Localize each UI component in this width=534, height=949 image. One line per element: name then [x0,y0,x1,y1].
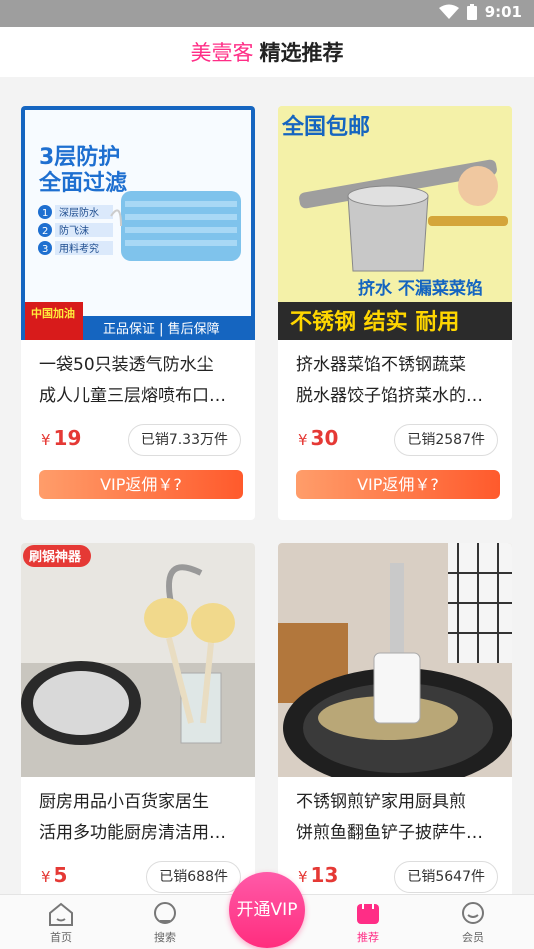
mask-headline: 3层防护 [39,145,120,170]
juicer-middle-text: 挤水 不漏菜菜馅 [358,278,483,299]
product-title[interactable]: 一袋50只装透气防水尘 成人儿童三层熔喷布口… [21,340,255,412]
price-row: ¥30 已销2587件 [278,424,512,456]
header: 美壹客 精选推荐 [0,27,534,77]
svg-text:防飞沫: 防飞沫 [59,224,89,237]
price: ¥13 [298,863,339,887]
tab-search[interactable]: 搜索 [135,901,195,945]
price: ¥19 [41,426,82,450]
sold-badge: 已销7.33万件 [127,424,241,456]
product-image[interactable]: 3层防护 全面过滤 1 深层防水 2 防飞沫 3 用料考究 中国加油 正品保证 … [21,106,255,340]
price-row: ¥5 已销688件 [21,861,255,893]
sold-badge: 已销5647件 [394,861,498,893]
mask-subheadline: 全面过滤 [38,170,127,196]
badge-line1: 中国加油 [31,306,75,320]
search-icon [154,902,176,924]
price: ¥30 [298,426,339,450]
juicer-bottom-text: 不锈钢 结实 耐用 [290,309,459,335]
svg-text:2: 2 [42,226,48,237]
member-icon [462,902,484,924]
recommend-icon [357,904,379,924]
open-vip-button[interactable]: 开通VIP [229,872,305,948]
price: ¥5 [41,863,68,887]
product-title[interactable]: 厨房用品小百货家居生 活用多功能厨房清洁用… [21,777,255,849]
product-title[interactable]: 不锈钢煎铲家用厨具煎 饼煎鱼翻鱼铲子披萨牛… [278,777,512,849]
status-time: 9:01 [484,3,522,21]
wifi-icon [438,4,459,19]
tab-home[interactable]: 首页 [31,901,91,945]
vip-commission-button[interactable]: VIP返佣￥? [39,470,243,499]
svg-text:深层防水: 深层防水 [59,206,99,219]
juicer-top-text: 全国包邮 [281,114,370,140]
product-title[interactable]: 挤水器菜馅不锈钢蔬菜 脱水器饺子馅挤菜水的… [278,340,512,412]
vip-commission-button[interactable]: VIP返佣￥? [296,470,500,499]
battery-icon [466,4,477,20]
brand-logo: 美壹客 [190,41,254,65]
product-card[interactable]: 刷锅神器 厨房用品小百货家居生 活用多功能厨房清洁用… ¥5 已销688件 [21,543,255,943]
tab-member[interactable]: 会员 [443,901,503,945]
product-image[interactable]: 刷锅神器 [21,543,255,777]
mask-footer: 正品保证 | 售后保障 [103,321,220,337]
sold-badge: 已销2587件 [394,424,498,456]
status-bar: 9:01 [0,0,534,27]
product-image[interactable]: 全国包邮 挤水 不漏菜菜馅 不锈钢 结实 耐用 [278,106,512,340]
product-card[interactable]: 3层防护 全面过滤 1 深层防水 2 防飞沫 3 用料考究 中国加油 正品保证 … [21,106,255,520]
price-row: ¥13 已销5647件 [278,861,512,893]
sold-badge: 已销688件 [146,861,241,893]
svg-text:3: 3 [42,244,48,255]
brush-badge: 刷锅神器 [29,549,82,565]
svg-text:用料考究: 用料考究 [59,242,99,255]
svg-text:1: 1 [42,208,48,219]
page-title: 精选推荐 [259,41,344,65]
product-card[interactable]: 不锈钢煎铲家用厨具煎 饼煎鱼翻鱼铲子披萨牛… ¥13 已销5647件 [278,543,512,943]
home-icon [49,902,73,926]
tab-recommend[interactable]: 推荐 [338,901,398,945]
status-icons: 9:01 [438,3,522,21]
product-card[interactable]: 全国包邮 挤水 不漏菜菜馅 不锈钢 结实 耐用 挤水器菜馅不锈钢蔬菜 脱水器饺子… [278,106,512,520]
price-row: ¥19 已销7.33万件 [21,424,255,456]
product-image[interactable] [278,543,512,777]
mask-illustration [110,191,241,261]
